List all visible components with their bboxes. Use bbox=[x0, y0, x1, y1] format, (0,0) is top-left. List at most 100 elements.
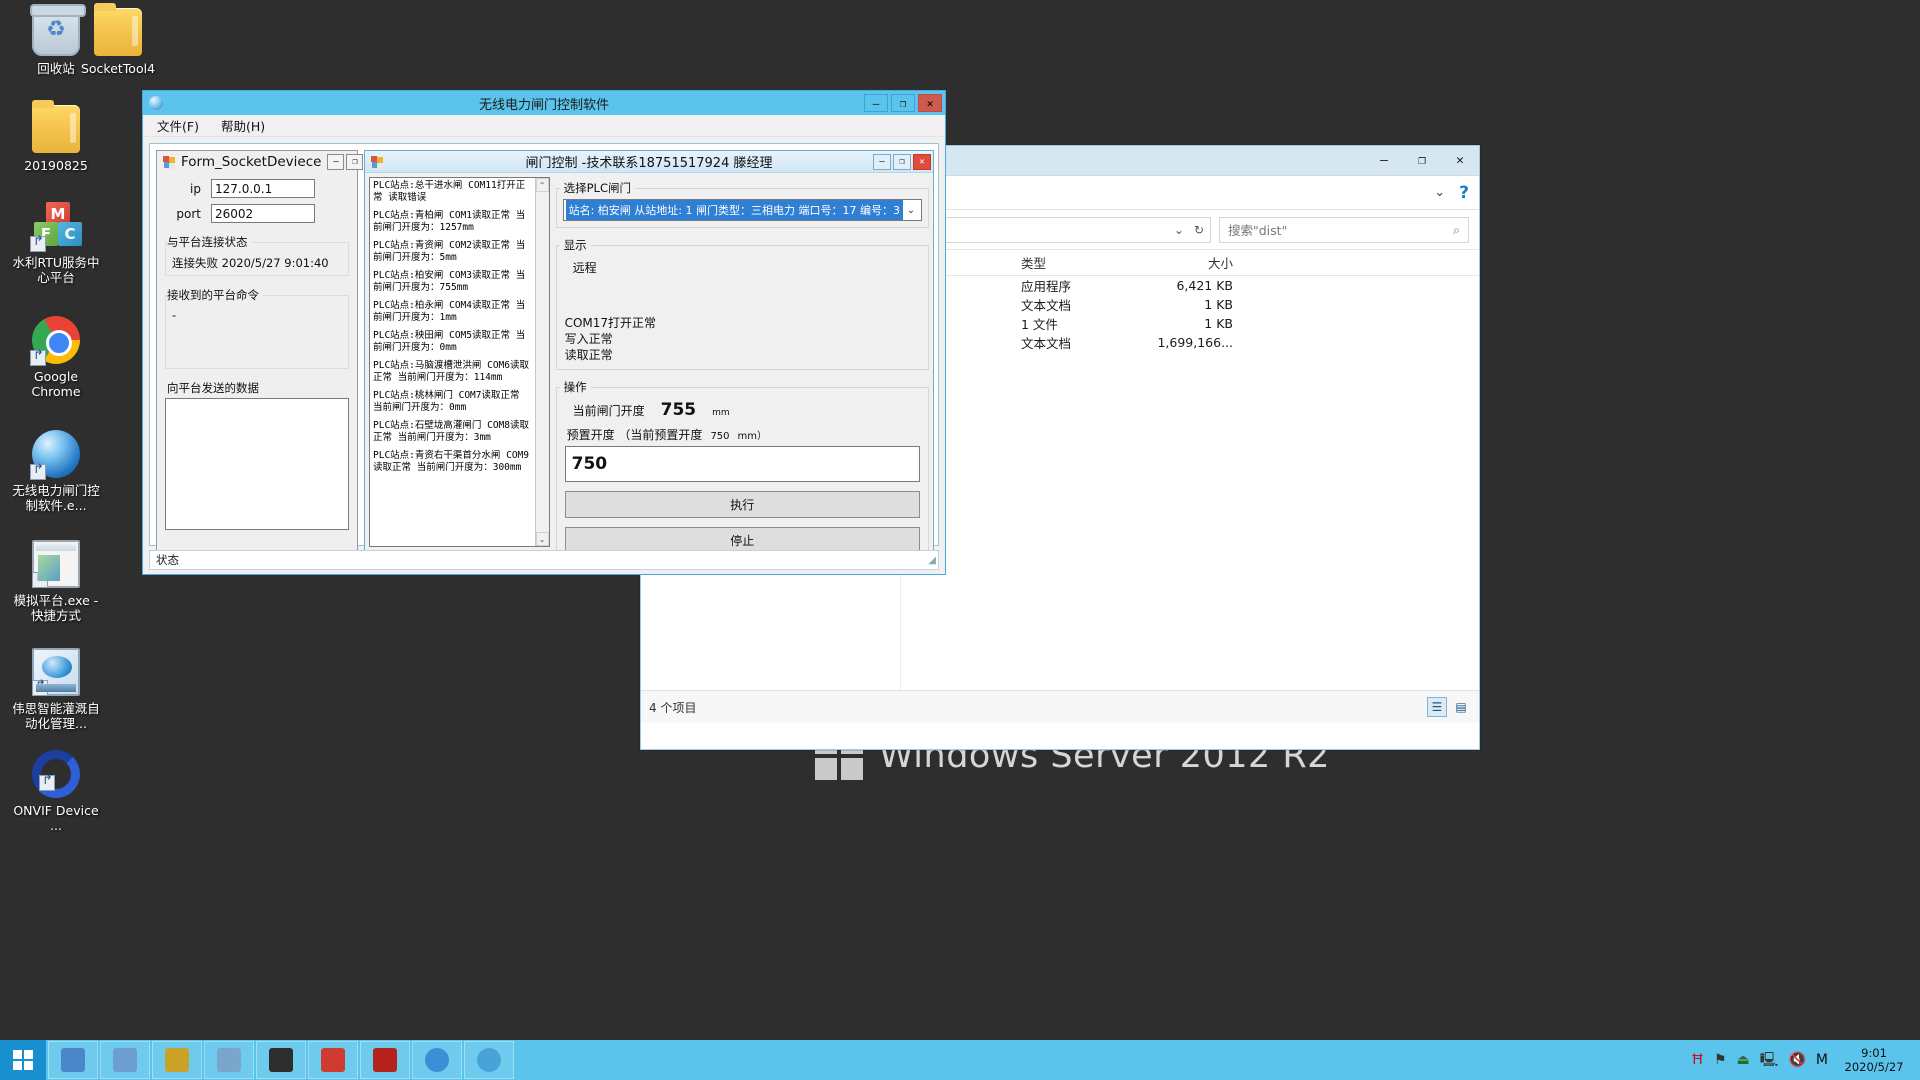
list-item[interactable]: PLC站点:秧田闸 COM5读取正常 当前闸门开度为：0mm bbox=[373, 330, 533, 353]
tiles-view-icon[interactable]: ▤ bbox=[1451, 697, 1471, 717]
desktop-icon-mfc-app-icon[interactable]: MFC水利RTU服务中心平台 bbox=[8, 202, 104, 285]
menu-file[interactable]: 文件(F) bbox=[157, 116, 199, 135]
ribbon-expand-chevron-icon[interactable]: ⌄ bbox=[1434, 185, 1445, 200]
platform-command-caption: 接收到的平台命令 bbox=[167, 287, 263, 303]
cell-type: 文本文档 bbox=[1021, 336, 1072, 351]
taskbar-item-explorer[interactable] bbox=[48, 1041, 98, 1079]
list-item[interactable]: PLC站点:青资右干渠首分水闸 COM9读取正常 当前闸门开度为：300mm bbox=[373, 450, 533, 473]
preset-opening-input[interactable] bbox=[564, 446, 920, 482]
address-chevron-icon[interactable]: ⌄ bbox=[1174, 223, 1184, 237]
list-item[interactable]: PLC站点:石壁垅高灌闸门 COM8读取正常 当前闸门开度为：3mm bbox=[373, 420, 533, 443]
taskbar-item-tools[interactable] bbox=[204, 1041, 254, 1079]
table-row[interactable]: :221 文件1 KB bbox=[901, 314, 1479, 333]
scroll-up-icon[interactable]: ⌃ bbox=[535, 178, 549, 192]
desktop-icon-folder-icon[interactable]: SocketTool4 bbox=[70, 3, 166, 76]
cell-type: 1 文件 bbox=[1021, 317, 1058, 332]
execute-button[interactable]: 执行 bbox=[564, 491, 920, 518]
desktop-icon-folder-icon[interactable]: 20190825 bbox=[8, 100, 104, 173]
desktop-icon-onvif-icon[interactable]: ONVIF Device ... bbox=[8, 750, 104, 833]
desktop-icon-label: ONVIF Device ... bbox=[13, 803, 99, 833]
list-item[interactable]: PLC站点:柏安闸 COM3读取正常 当前闸门开度为：755mm bbox=[373, 270, 533, 293]
menu-help[interactable]: 帮助(H) bbox=[221, 116, 265, 135]
port-input[interactable] bbox=[211, 204, 315, 223]
tray-nvidia-icon[interactable]: Ħ bbox=[1691, 1053, 1704, 1067]
desktop-icon-chrome-icon[interactable]: Google Chrome bbox=[8, 316, 104, 399]
plc-gate-selected-value: 站名: 柏安闸 从站地址: 1 闸门类型：三相电力 端口号：17 编号：3 bbox=[565, 200, 903, 220]
start-button[interactable] bbox=[0, 1040, 46, 1080]
refresh-icon[interactable]: ↻ bbox=[1194, 223, 1204, 237]
desktop-icon-monitor-app-icon[interactable]: 伟思智能灌溉自动化管理... bbox=[8, 648, 104, 731]
list-item[interactable]: PLC站点:青资闸 COM2读取正常 当前闸门开度为：5mm bbox=[373, 240, 533, 263]
scroll-down-icon[interactable]: ⌄ bbox=[535, 532, 549, 546]
tray-m-icon[interactable]: M bbox=[1816, 1053, 1828, 1067]
list-item[interactable]: PLC站点:总干进水闸 COM11打开正常 读取错误 bbox=[373, 180, 533, 203]
app-maximize-button[interactable]: ❐ bbox=[891, 94, 915, 112]
socket-maximize-button[interactable]: ❐ bbox=[346, 154, 364, 170]
desktop-icon-label: 20190825 bbox=[24, 158, 88, 173]
taskbar-item-gate-app[interactable] bbox=[464, 1041, 514, 1079]
app-close-button[interactable]: ✕ bbox=[918, 94, 942, 112]
app-titlebar[interactable]: 无线电力闸门控制软件 — ❐ ✕ bbox=[143, 91, 945, 115]
explorer-minimize-button[interactable]: — bbox=[1365, 147, 1403, 175]
socket-form-titlebar[interactable]: Form_SocketDeviece — ❐ ✕ bbox=[157, 151, 383, 173]
plc-select-group: 选择PLC闸门 站名: 柏安闸 从站地址: 1 闸门类型：三相电力 端口号：17… bbox=[555, 177, 929, 228]
list-item[interactable]: PLC站点:马脑渡槽泄洪闸 COM6读取正常 当前闸门开度为：114mm bbox=[373, 360, 533, 383]
socket-device-form[interactable]: Form_SocketDeviece — ❐ ✕ ip port 与 bbox=[156, 150, 383, 552]
taskbar-item-editor[interactable] bbox=[100, 1041, 150, 1079]
table-row[interactable]: :30文本文档1,699,166... bbox=[901, 333, 1479, 352]
list-item[interactable]: PLC站点:桃林闸门 COM7读取正常 当前闸门开度为：0mm bbox=[373, 390, 533, 413]
ip-input[interactable] bbox=[211, 179, 315, 198]
app-minimize-button[interactable]: — bbox=[864, 94, 888, 112]
taskbar-item-console[interactable] bbox=[256, 1041, 306, 1079]
gate-close-button[interactable]: ✕ bbox=[913, 153, 931, 170]
tray-flag-icon[interactable]: ⚑ bbox=[1714, 1053, 1727, 1067]
editor-icon bbox=[113, 1048, 137, 1072]
gate-control-application-window[interactable]: 无线电力闸门控制软件 — ❐ ✕ 文件(F) 帮助(H) Form_Socket… bbox=[142, 90, 946, 575]
taskbar-item-mfc[interactable] bbox=[308, 1041, 358, 1079]
gate-form-titlebar[interactable]: 闸门控制 -技术联系18751517924 滕经理 — ❐ ✕ bbox=[365, 151, 933, 173]
explorer-file-list[interactable]: 类型 大小 56应用程序6,421 KB:45文本文档1 KB:221 文件1 … bbox=[901, 250, 1479, 690]
tray-volume-muted-icon[interactable]: 🔇 bbox=[1788, 1053, 1805, 1067]
display-line: 写入正常 bbox=[564, 332, 613, 346]
search-box[interactable]: 搜索"dist" ⌕ bbox=[1219, 216, 1469, 243]
plc-log-list[interactable]: PLC站点:总干进水闸 COM11打开正常 读取错误 PLC站点:青柏闸 COM1… bbox=[369, 177, 550, 547]
operation-group: 操作 当前闸门开度 755 mm 预置开度 （当前预置开度 750 mm） 75… bbox=[555, 376, 929, 563]
help-icon[interactable]: ? bbox=[1459, 183, 1469, 203]
app-menubar: 文件(F) 帮助(H) bbox=[143, 115, 945, 137]
send-data-textarea[interactable] bbox=[165, 398, 349, 530]
current-opening-row: 当前闸门开度 755 mm bbox=[573, 400, 920, 420]
app-status-text: 状态 bbox=[156, 553, 179, 567]
desktop-icon-sphere-app-icon[interactable]: 无线电力闸门控制软件.e... bbox=[8, 430, 104, 513]
taskbar-item-app-red[interactable] bbox=[360, 1041, 410, 1079]
column-header-type[interactable]: 类型 bbox=[1013, 253, 1131, 272]
taskbar-items bbox=[46, 1041, 514, 1079]
plc-gate-dropdown[interactable]: 站名: 柏安闸 从站地址: 1 闸门类型：三相电力 端口号：17 编号：3 ⌄ bbox=[562, 199, 922, 221]
gate-maximize-button[interactable]: ❐ bbox=[893, 153, 911, 170]
list-item[interactable]: PLC站点:柏永闸 COM4读取正常 当前闸门开度为：1mm bbox=[373, 300, 533, 323]
taskbar-clock[interactable]: 9:01 2020/5/27 bbox=[1838, 1046, 1910, 1074]
details-view-icon[interactable]: ☰ bbox=[1427, 697, 1447, 717]
desktop: 回收站SocketTool420190825MFC水利RTU服务中心平台Goog… bbox=[0, 0, 1920, 1080]
log-scrollbar[interactable]: ⌃ ⌄ bbox=[534, 178, 549, 546]
explorer-close-button[interactable]: ✕ bbox=[1441, 147, 1479, 175]
chevron-down-icon[interactable]: ⌄ bbox=[903, 205, 919, 216]
tray-usb-icon[interactable]: ⏏ bbox=[1737, 1053, 1750, 1067]
table-row[interactable]: 56应用程序6,421 KB bbox=[901, 276, 1479, 295]
desktop-icon-label: 模拟平台.exe - 快捷方式 bbox=[13, 593, 99, 623]
taskbar[interactable]: Ħ ⚑ ⏏ 🖳 🔇 M 9:01 2020/5/27 bbox=[0, 1040, 1920, 1080]
resize-grip-icon[interactable]: ◢ bbox=[928, 555, 936, 566]
desktop-icon-window-app-icon[interactable]: 模拟平台.exe - 快捷方式 bbox=[8, 540, 104, 623]
table-row[interactable]: :45文本文档1 KB bbox=[901, 295, 1479, 314]
tray-network-icon[interactable]: 🖳 bbox=[1760, 1053, 1779, 1067]
list-item[interactable]: PLC站点:青柏闸 COM1读取正常 当前闸门开度为：1257mm bbox=[373, 210, 533, 233]
gate-control-form[interactable]: 闸门控制 -技术联系18751517924 滕经理 — ❐ ✕ PLC站点:总干… bbox=[364, 150, 934, 563]
gate-minimize-button[interactable]: — bbox=[873, 153, 891, 170]
explorer-maximize-button[interactable]: ❐ bbox=[1403, 147, 1441, 175]
search-input[interactable]: 搜索"dist" bbox=[1228, 220, 1287, 239]
socket-minimize-button[interactable]: — bbox=[327, 154, 345, 170]
taskbar-item-browser[interactable] bbox=[412, 1041, 462, 1079]
column-header-size[interactable]: 大小 bbox=[1131, 253, 1241, 272]
chrome-icon bbox=[30, 316, 80, 366]
taskbar-item-filemanager[interactable] bbox=[152, 1041, 202, 1079]
display-mode-text: 远程 bbox=[572, 261, 597, 275]
